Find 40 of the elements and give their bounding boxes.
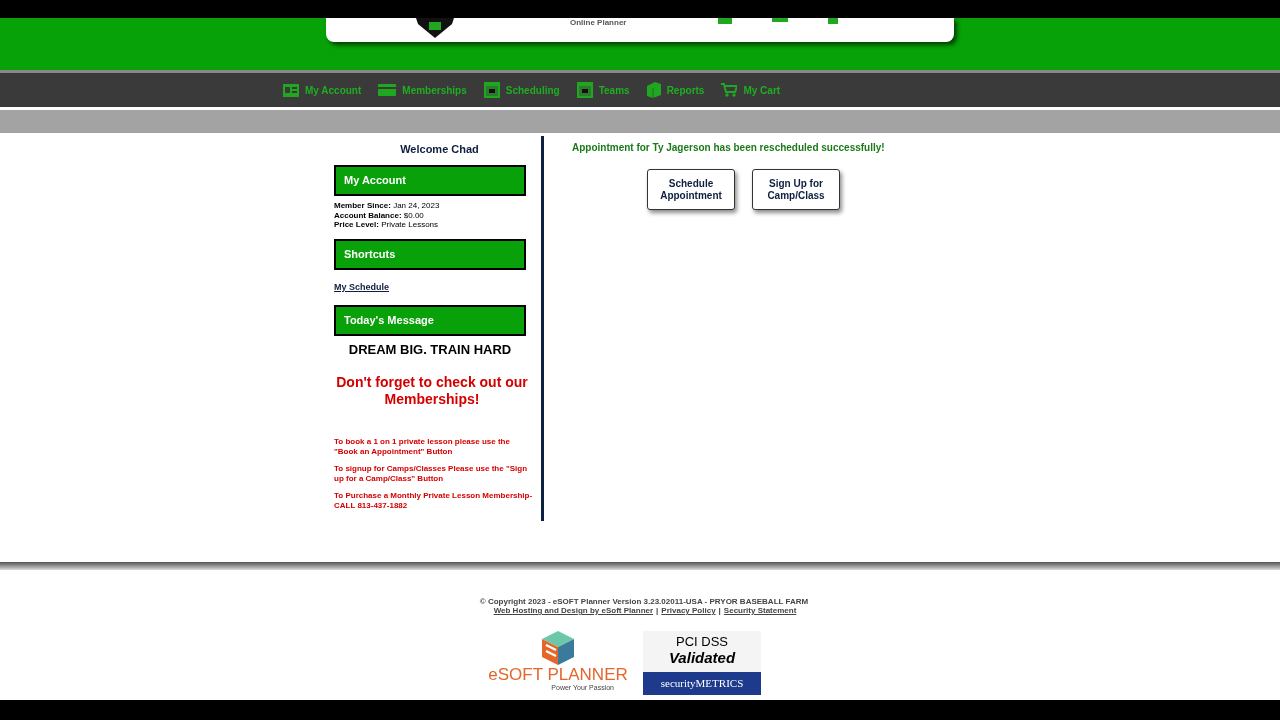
- book-icon: [646, 82, 661, 98]
- section-header: Shortcuts: [334, 238, 526, 270]
- cart-icon: [721, 82, 738, 98]
- nav-link[interactable]: Reports: [646, 82, 705, 98]
- account-field: Price Level: Private Lessons: [334, 220, 541, 230]
- nav-link[interactable]: My Account: [283, 82, 362, 98]
- action-button[interactable]: Schedule Appointment: [647, 169, 735, 210]
- nav-link[interactable]: Teams: [576, 82, 630, 98]
- success-message: Appointment for Ty Jagerson has been rescheduled successfully!: [572, 141, 885, 155]
- pci-validated: Validated: [667, 649, 737, 666]
- link-separator: |: [718, 606, 721, 616]
- note-text: To book a 1 on 1 private lesson please use the "Book an Appointment" Button: [334, 437, 511, 456]
- card-icon: [378, 84, 397, 96]
- id-card-icon: [283, 83, 299, 97]
- link-separator: |: [656, 606, 659, 616]
- header-tagline: Online Planner: [570, 18, 627, 28]
- shortcut-link[interactable]: My Schedule: [334, 281, 389, 292]
- footer-link[interactable]: Privacy Policy: [661, 606, 716, 616]
- nav-link[interactable]: Scheduling: [483, 82, 560, 98]
- promo-text: Don't forget to check out our Memberships!: [335, 374, 529, 408]
- nav-link[interactable]: Memberships: [378, 82, 467, 98]
- welcome-heading: Welcome Chad: [399, 142, 480, 157]
- nav-link[interactable]: My Cart: [721, 82, 781, 98]
- pci-title: PCI DSS: [675, 634, 729, 649]
- calendar-icon: [576, 82, 593, 98]
- calendar-icon: [483, 82, 500, 98]
- cube-logo-icon: [542, 631, 574, 665]
- note-text: To signup for Camps/Classes Please use the "Sign up for a Camp/Class" Button: [334, 464, 529, 483]
- footer-link[interactable]: Web Hosting and Design by eSoft Planner: [493, 606, 654, 616]
- account-field: Member Since: Jan 24, 2023: [334, 201, 541, 211]
- motto-text: DREAM BIG. TRAIN HARD: [347, 340, 513, 359]
- esoft-logo-text: eSOFT PLANNER: [488, 666, 628, 684]
- note-text: To Purchase a Monthly Private Lesson Membership- CALL 813-437-1882: [334, 491, 534, 510]
- action-button[interactable]: Sign Up for Camp/Class: [752, 169, 840, 210]
- account-field: Account Balance: $0.00: [334, 210, 541, 220]
- section-header: Today's Message: [334, 304, 526, 336]
- footer-link[interactable]: Security Statement: [723, 606, 797, 616]
- securitymetrics-banner: securityMETRICS: [643, 672, 761, 695]
- section-header: My Account: [334, 165, 526, 196]
- copyright-text: © Copyright 2023 - eSOFT Planner Version 3.23.02011-USA - PRYOR BASEBALL FARM: [478, 597, 809, 606]
